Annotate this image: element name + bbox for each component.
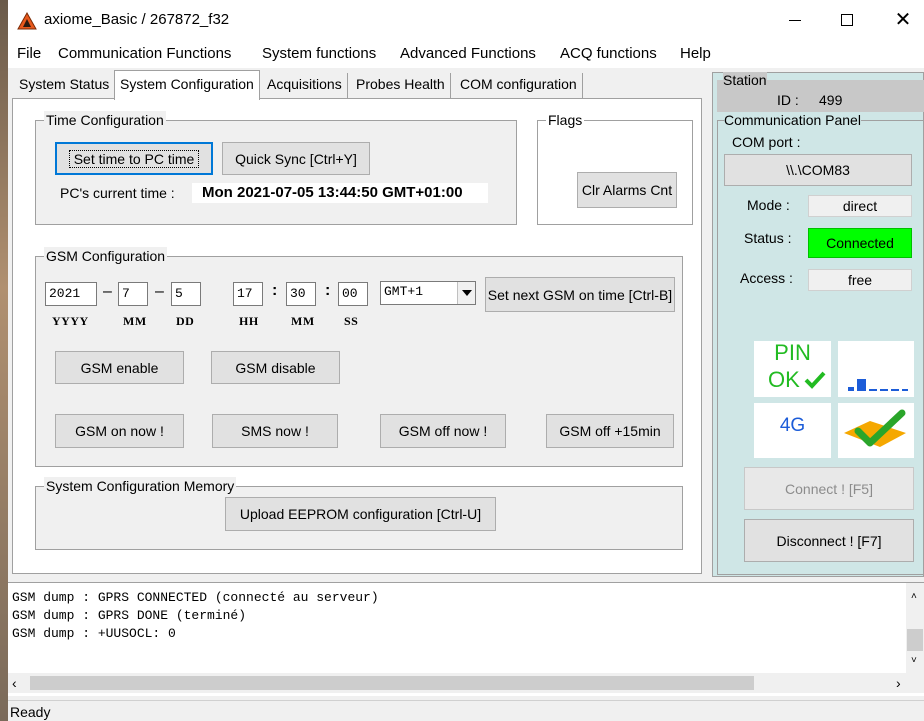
scroll-up-icon[interactable]: ˄ bbox=[911, 591, 917, 602]
log-line: GSM dump : GPRS DONE (terminé) bbox=[12, 608, 247, 623]
gsm-second-input[interactable]: 00 bbox=[338, 282, 368, 306]
menu-acq-functions[interactable]: ACQ functions bbox=[560, 45, 657, 62]
scroll-down-icon[interactable]: ˅ bbox=[911, 655, 917, 666]
connect-button[interactable]: Connect ! [F5] bbox=[744, 467, 914, 510]
vertical-scrollbar[interactable]: ˄ ˅ bbox=[906, 583, 924, 673]
label-yyyy: YYYY bbox=[52, 314, 89, 328]
close-icon[interactable]: ✕ bbox=[888, 6, 918, 34]
menu-advanced-functions[interactable]: Advanced Functions bbox=[400, 45, 536, 62]
gsm-off-15min-button[interactable]: GSM off +15min bbox=[546, 414, 674, 448]
menu-system-functions[interactable]: System functions bbox=[262, 45, 376, 62]
status-label: Status : bbox=[744, 230, 792, 246]
tab-system-status[interactable]: System Status bbox=[14, 73, 116, 98]
scroll-left-icon[interactable]: ‹ bbox=[12, 675, 17, 691]
sms-now-button[interactable]: SMS now ! bbox=[212, 414, 338, 448]
minimize-icon[interactable] bbox=[780, 8, 810, 32]
memory-title: System Configuration Memory bbox=[44, 477, 237, 495]
set-next-gsm-button[interactable]: Set next GSM on time [Ctrl-B] bbox=[485, 277, 675, 312]
signal-bars-icon bbox=[848, 379, 908, 391]
horizontal-scroll-thumb[interactable] bbox=[30, 676, 754, 690]
horizontal-scrollbar[interactable]: ‹ › bbox=[8, 673, 924, 693]
set-time-button-label: Set time to PC time bbox=[68, 149, 200, 168]
label-day: DD bbox=[176, 314, 195, 328]
gsm-off-now-button[interactable]: GSM off now ! bbox=[380, 414, 506, 448]
chevron-down-icon[interactable] bbox=[457, 282, 475, 304]
set-time-button[interactable]: Set time to PC time bbox=[55, 142, 213, 175]
maximize-icon[interactable] bbox=[832, 8, 862, 32]
label-second: SS bbox=[344, 314, 359, 328]
desktop-background bbox=[0, 0, 8, 721]
title-bar: axiome_Basic / 267872_f32 ✕ bbox=[8, 0, 924, 40]
date-separator: – bbox=[155, 283, 164, 300]
time-separator: : bbox=[272, 282, 278, 299]
station-title: Station bbox=[723, 72, 767, 88]
scroll-right-icon[interactable]: › bbox=[896, 675, 901, 691]
label-hour: HH bbox=[239, 314, 259, 328]
gsm-on-now-button[interactable]: GSM on now ! bbox=[55, 414, 184, 448]
pin-ok-tile: PIN OK bbox=[754, 341, 831, 397]
flags-title: Flags bbox=[546, 111, 585, 129]
status-bar: Ready bbox=[8, 700, 924, 721]
tab-com-configuration[interactable]: COM configuration bbox=[455, 73, 583, 98]
pin-ok-label: OK bbox=[768, 367, 800, 392]
gsm-disable-button[interactable]: GSM disable bbox=[211, 351, 340, 384]
server-check-icon bbox=[844, 409, 906, 447]
gsm-enable-button[interactable]: GSM enable bbox=[55, 351, 184, 384]
quick-sync-button[interactable]: Quick Sync [Ctrl+Y] bbox=[222, 142, 370, 175]
comm-panel-title: Communication Panel bbox=[724, 112, 861, 128]
gsm-minute-input[interactable]: 30 bbox=[286, 282, 316, 306]
label-month: MM bbox=[123, 314, 147, 328]
clear-alarms-button[interactable]: Clr Alarms Cnt bbox=[577, 172, 677, 208]
signal-strength-tile bbox=[838, 341, 914, 397]
network-type-label: 4G bbox=[779, 415, 806, 436]
disconnect-button[interactable]: Disconnect ! [F7] bbox=[744, 519, 914, 562]
access-value: free bbox=[808, 269, 912, 291]
server-ok-tile bbox=[838, 403, 914, 458]
access-label: Access : bbox=[740, 270, 793, 286]
menu-help[interactable]: Help bbox=[680, 45, 711, 62]
vertical-scroll-thumb[interactable] bbox=[907, 629, 923, 651]
gsm-config-title: GSM Configuration bbox=[44, 247, 168, 265]
timezone-select[interactable]: GMT+1 bbox=[380, 281, 476, 305]
station-id-label: ID : bbox=[777, 92, 799, 108]
menu-communication-functions[interactable]: Communication Functions bbox=[58, 45, 231, 62]
date-separator: – bbox=[103, 283, 112, 300]
upload-eeprom-button[interactable]: Upload EEPROM configuration [Ctrl-U] bbox=[225, 497, 496, 531]
network-type-tile: 4G bbox=[754, 403, 831, 458]
label-minute: MM bbox=[291, 314, 315, 328]
tab-system-configuration[interactable]: System Configuration bbox=[114, 70, 260, 100]
station-id-value: 499 bbox=[819, 92, 843, 108]
tab-acquisitions[interactable]: Acquisitions bbox=[262, 73, 348, 98]
com-port-label: COM port : bbox=[732, 134, 801, 150]
gsm-hour-input[interactable]: 17 bbox=[233, 282, 263, 306]
gsm-day-input[interactable]: 5 bbox=[171, 282, 201, 306]
time-separator: : bbox=[325, 282, 331, 299]
mode-label: Mode : bbox=[747, 197, 790, 213]
log-area[interactable]: GSM dump : GPRS CONNECTED (connecté au s… bbox=[8, 582, 924, 696]
app-icon bbox=[17, 12, 37, 30]
tab-probes-health[interactable]: Probes Health bbox=[351, 73, 451, 98]
gsm-month-input[interactable]: 7 bbox=[118, 282, 148, 306]
pin-label: PIN bbox=[774, 340, 811, 365]
time-config-title: Time Configuration bbox=[44, 111, 166, 129]
log-line: GSM dump : GPRS CONNECTED (connecté au s… bbox=[12, 590, 379, 605]
status-value: Connected bbox=[808, 228, 912, 258]
com-port-button[interactable]: \\.\COM83 bbox=[724, 154, 912, 186]
checkmark-icon bbox=[804, 371, 826, 389]
mode-value: direct bbox=[808, 195, 912, 217]
log-line: GSM dump : +UUSOCL: 0 bbox=[12, 626, 176, 641]
pc-time-label: PC's current time : bbox=[60, 185, 175, 201]
timezone-value: GMT+1 bbox=[384, 284, 424, 299]
gsm-year-input[interactable]: 2021 bbox=[45, 282, 97, 306]
window-title: axiome_Basic / 267872_f32 bbox=[44, 11, 230, 28]
pc-time-value: Mon 2021-07-05 13:44:50 GMT+01:00 bbox=[192, 183, 488, 203]
menu-file[interactable]: File bbox=[17, 45, 41, 62]
station-box: Station ID : 499 bbox=[717, 72, 924, 112]
status-text: Ready bbox=[10, 704, 51, 720]
